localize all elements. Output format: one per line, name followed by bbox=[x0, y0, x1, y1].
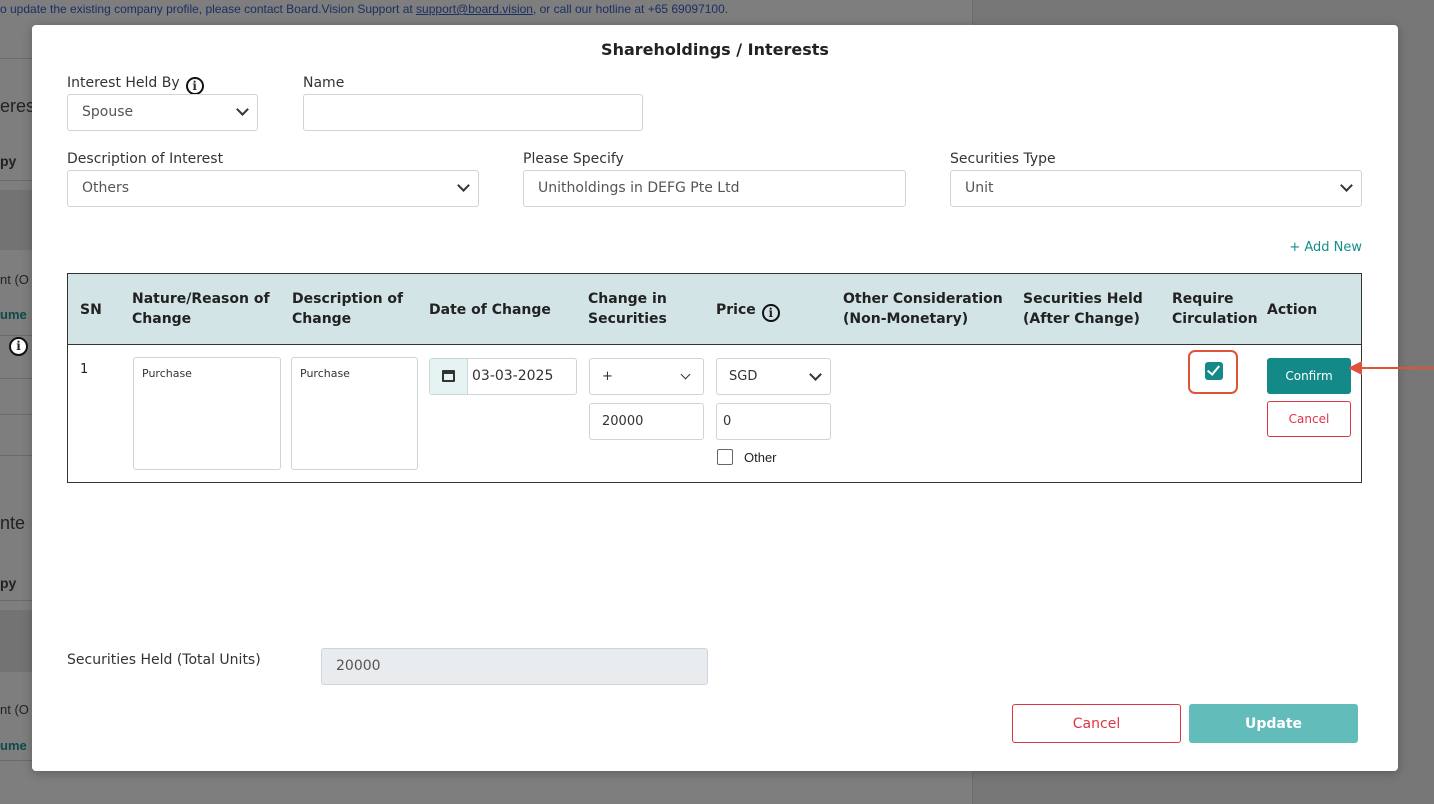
table-header: SN Nature/Reason of Change Description o… bbox=[68, 274, 1361, 345]
chevron-down-icon bbox=[236, 103, 249, 116]
other-checkbox-label: Other bbox=[744, 450, 777, 465]
footer-cancel-button[interactable]: Cancel bbox=[1012, 704, 1181, 743]
interest-held-by-select[interactable]: Spouse bbox=[67, 94, 258, 131]
please-specify-label: Please Specify bbox=[523, 151, 624, 167]
annotation-arrow-head bbox=[1348, 361, 1362, 375]
row-sn: 1 bbox=[80, 362, 89, 377]
bg-section-heading: nte bbox=[0, 513, 26, 533]
bg-divider bbox=[0, 760, 32, 761]
currency-select[interactable]: SGD bbox=[716, 358, 831, 395]
row-cancel-button[interactable]: Cancel bbox=[1267, 401, 1351, 437]
name-input[interactable] bbox=[303, 94, 643, 131]
shareholdings-modal: Shareholdings / Interests Interest Held … bbox=[32, 25, 1398, 771]
info-icon[interactable]: i bbox=[761, 304, 780, 322]
chevron-down-icon bbox=[809, 368, 822, 381]
bg-column-header: py bbox=[0, 153, 17, 169]
bg-text: nt (O bbox=[0, 702, 29, 717]
chevron-down-icon bbox=[680, 369, 691, 380]
header-date: Date of Change bbox=[429, 302, 551, 318]
bg-divider bbox=[0, 58, 32, 59]
price-input[interactable]: 0 bbox=[716, 403, 831, 440]
header-require-circulation: Require Circulation bbox=[1172, 291, 1258, 327]
bg-link: ume bbox=[0, 738, 27, 753]
update-button[interactable]: Update bbox=[1189, 704, 1358, 743]
require-circulation-highlight bbox=[1188, 350, 1238, 394]
calendar-icon-wrap bbox=[430, 359, 468, 394]
calendar-icon bbox=[442, 370, 455, 382]
bg-divider bbox=[0, 455, 32, 456]
header-nature: Nature/Reason of Change bbox=[132, 291, 270, 327]
bg-section-heading: eres bbox=[0, 96, 36, 116]
header-change: Change in Securities bbox=[588, 291, 667, 327]
date-picker[interactable]: 03-03-2025 bbox=[429, 358, 577, 395]
annotation-arrow bbox=[1350, 367, 1434, 369]
bg-row bbox=[0, 610, 32, 672]
header-other-consideration: Other Consideration (Non-Monetary) bbox=[843, 291, 1003, 327]
securities-type-select[interactable]: Unit bbox=[950, 170, 1362, 207]
require-circulation-checkbox[interactable] bbox=[1205, 362, 1223, 380]
name-label: Name bbox=[303, 75, 345, 91]
securities-type-label: Securities Type bbox=[950, 151, 1056, 167]
header-action: Action bbox=[1267, 302, 1318, 318]
bg-row bbox=[0, 190, 32, 250]
header-sn: SN bbox=[80, 302, 102, 318]
date-value: 03-03-2025 bbox=[472, 368, 554, 384]
info-icon[interactable]: i bbox=[185, 77, 204, 95]
chevron-down-icon bbox=[457, 179, 470, 192]
nature-textarea[interactable]: Purchase bbox=[133, 357, 281, 470]
support-email-link[interactable]: support@board.vision bbox=[416, 2, 533, 16]
support-notice: o update the existing company profile, p… bbox=[0, 2, 729, 16]
please-specify-input[interactable]: Unitholdings in DEFG Pte Ltd bbox=[523, 170, 906, 207]
total-units-label: Securities Held (Total Units) bbox=[67, 652, 261, 668]
add-new-link[interactable]: + Add New bbox=[1289, 240, 1362, 255]
other-checkbox[interactable] bbox=[717, 449, 733, 465]
modal-title: Shareholdings / Interests bbox=[601, 40, 829, 59]
change-sign-select[interactable]: + bbox=[589, 358, 704, 395]
description-textarea[interactable]: Purchase bbox=[291, 357, 418, 470]
confirm-button[interactable]: Confirm bbox=[1267, 358, 1351, 394]
bg-divider bbox=[0, 600, 32, 601]
bg-divider bbox=[0, 378, 32, 379]
header-price: Price i bbox=[716, 300, 780, 322]
change-amount-input[interactable]: 20000 bbox=[589, 403, 704, 440]
row-info-icon[interactable]: i bbox=[9, 337, 28, 356]
bg-text: nt (O bbox=[0, 272, 29, 287]
chevron-down-icon bbox=[1340, 179, 1353, 192]
changes-table: SN Nature/Reason of Change Description o… bbox=[67, 273, 1362, 483]
header-description: Description of Change bbox=[292, 291, 404, 327]
bg-divider bbox=[0, 180, 32, 181]
bg-divider bbox=[0, 414, 32, 415]
bg-link: ume bbox=[0, 307, 27, 322]
total-units-input: 20000 bbox=[321, 648, 708, 685]
header-securities-held: Securities Held (After Change) bbox=[1023, 291, 1143, 327]
bg-column-header: py bbox=[0, 575, 17, 591]
description-of-interest-label: Description of Interest bbox=[67, 151, 224, 167]
bg-divider bbox=[0, 335, 32, 336]
interest-held-by-label: Interest Held By i bbox=[67, 75, 204, 95]
description-of-interest-select[interactable]: Others bbox=[67, 170, 479, 207]
